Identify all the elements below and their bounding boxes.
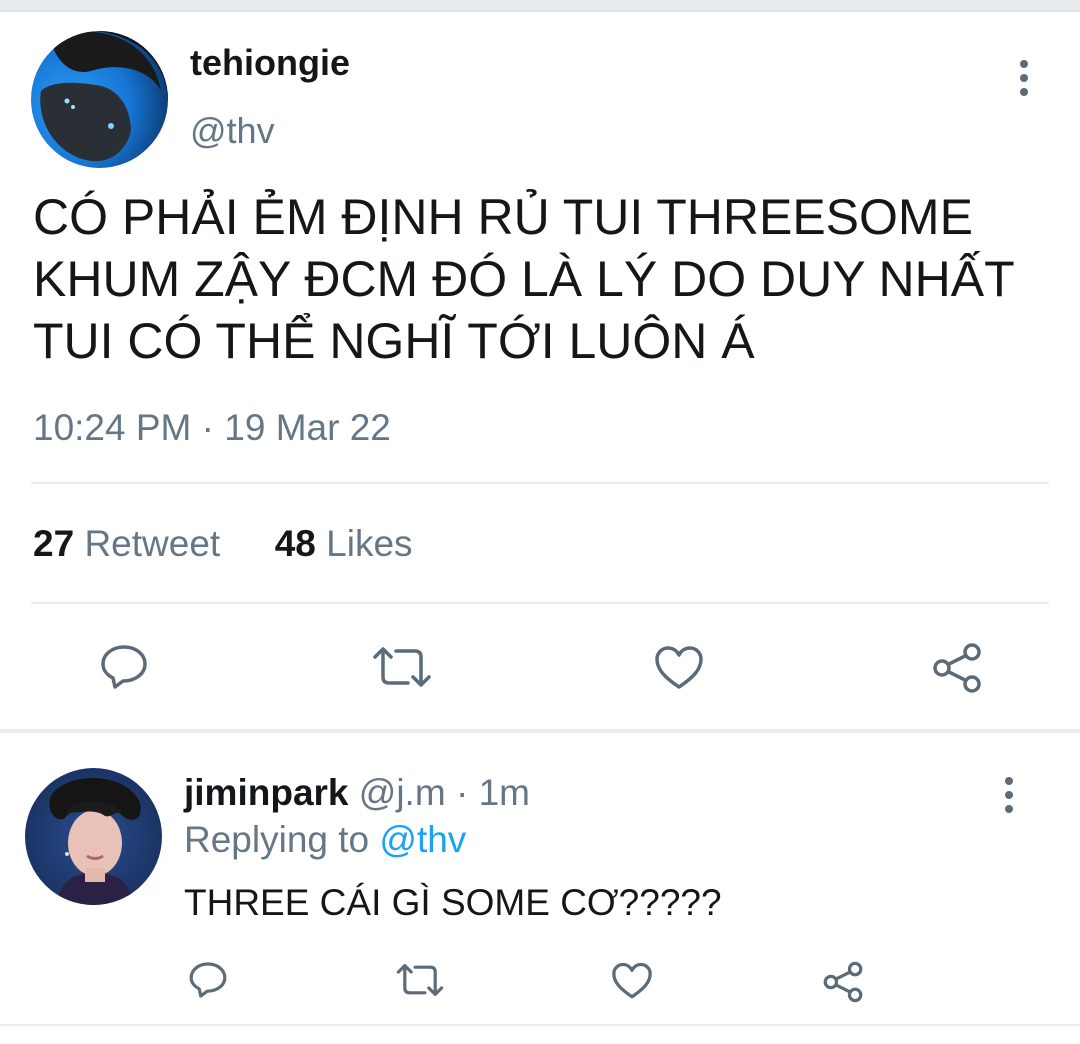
tweet-text: CÓ PHẢI ẺM ĐỊNH RỦ TUI THREESOME KHUM ZẬ… — [33, 189, 1015, 369]
reply-like-button[interactable] — [611, 962, 653, 1000]
section-separator — [0, 729, 1080, 733]
tweet-display-name[interactable]: tehiongie — [190, 42, 350, 84]
divider — [0, 1024, 1080, 1026]
reply-age: 1m — [478, 772, 530, 813]
retweet-count[interactable]: 27 — [33, 523, 74, 564]
reply-text: THREE CÁI GÌ SOME CƠ????? — [184, 882, 722, 923]
status-strip — [0, 0, 1080, 12]
tweet-date: 19 Mar 22 — [224, 407, 391, 448]
share-icon — [823, 961, 863, 1003]
tweet-stats: 27 Retweet 48 Likes — [33, 523, 413, 565]
retweet-label[interactable]: Retweet — [84, 523, 220, 564]
like-icon — [655, 646, 703, 689]
tweet-time: 10:24 PM — [33, 407, 192, 448]
tweet-timestamp: 10:24 PM · 19 Mar 22 — [33, 407, 391, 449]
replying-mention[interactable]: @thv — [379, 819, 466, 860]
like-count[interactable]: 48 — [275, 523, 316, 564]
share-button[interactable] — [931, 642, 983, 694]
avatar-image — [31, 31, 168, 168]
avatar-jiminpark[interactable] — [25, 768, 162, 905]
reply-retweet-button[interactable] — [396, 962, 444, 998]
reply-reply-button[interactable] — [188, 960, 228, 1000]
divider — [31, 482, 1049, 484]
reply-header: jiminpark @j.m · 1m — [184, 772, 530, 814]
more-options-icon[interactable] — [1014, 60, 1034, 96]
retweet-icon — [396, 964, 444, 996]
meta-separator: · — [201, 407, 214, 448]
retweet-icon — [373, 647, 431, 687]
reply-handle[interactable]: @j.m — [359, 772, 446, 813]
reply-display-name[interactable]: jiminpark — [184, 772, 349, 813]
retweet-button[interactable] — [372, 645, 432, 689]
divider — [31, 602, 1049, 604]
replying-to: Replying to @thv — [184, 819, 466, 861]
reply-icon — [101, 645, 147, 689]
avatar-tehiongie[interactable] — [31, 31, 168, 168]
tweet-handle[interactable]: @thv — [190, 110, 275, 152]
like-button[interactable] — [654, 645, 704, 691]
like-icon — [612, 962, 652, 999]
reply-share-button[interactable] — [822, 961, 864, 1003]
replying-label: Replying to — [184, 819, 370, 860]
share-icon — [933, 643, 981, 693]
reply-icon — [189, 962, 227, 998]
like-label[interactable]: Likes — [326, 523, 412, 564]
avatar-image — [25, 768, 162, 905]
reply-separator: · — [455, 772, 469, 813]
reply-button[interactable] — [99, 643, 149, 691]
more-options-icon[interactable] — [999, 777, 1019, 813]
